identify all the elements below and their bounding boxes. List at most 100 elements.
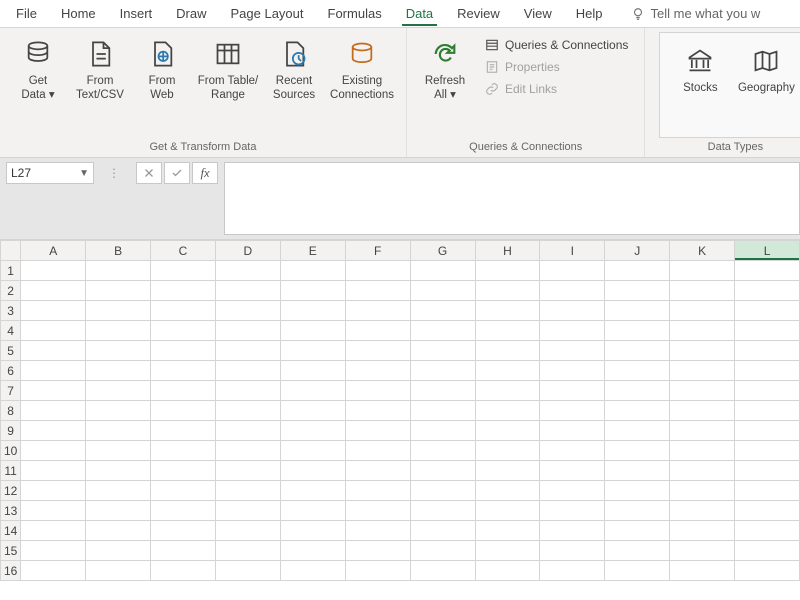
- cell[interactable]: [215, 321, 280, 341]
- cell[interactable]: [345, 401, 410, 421]
- cell[interactable]: [280, 381, 345, 401]
- row-header[interactable]: 4: [1, 321, 21, 341]
- row-header[interactable]: 2: [1, 281, 21, 301]
- cell[interactable]: [280, 401, 345, 421]
- cell[interactable]: [475, 341, 540, 361]
- row-header[interactable]: 3: [1, 301, 21, 321]
- cell[interactable]: [605, 341, 670, 361]
- cell[interactable]: [670, 341, 735, 361]
- cell[interactable]: [735, 561, 800, 581]
- cell[interactable]: [151, 261, 216, 281]
- cell[interactable]: [151, 561, 216, 581]
- cell[interactable]: [86, 541, 151, 561]
- cell[interactable]: [345, 521, 410, 541]
- cell[interactable]: [735, 401, 800, 421]
- name-box[interactable]: L27 ▼: [6, 162, 94, 184]
- cell[interactable]: [345, 321, 410, 341]
- cell[interactable]: [670, 401, 735, 421]
- cell[interactable]: [410, 341, 475, 361]
- cell[interactable]: [21, 561, 86, 581]
- cell[interactable]: [86, 381, 151, 401]
- cell[interactable]: [540, 341, 605, 361]
- cell[interactable]: [345, 461, 410, 481]
- cell[interactable]: [735, 461, 800, 481]
- cell[interactable]: [605, 401, 670, 421]
- cell[interactable]: [605, 541, 670, 561]
- cell[interactable]: [280, 461, 345, 481]
- row-header[interactable]: 13: [1, 501, 21, 521]
- cell[interactable]: [540, 561, 605, 581]
- cell[interactable]: [670, 481, 735, 501]
- cell[interactable]: [670, 461, 735, 481]
- cell[interactable]: [410, 361, 475, 381]
- cell[interactable]: [345, 561, 410, 581]
- cell[interactable]: [215, 261, 280, 281]
- cell[interactable]: [86, 481, 151, 501]
- cell[interactable]: [21, 541, 86, 561]
- cell[interactable]: [475, 461, 540, 481]
- row-header[interactable]: 12: [1, 481, 21, 501]
- cell[interactable]: [215, 501, 280, 521]
- cell[interactable]: [21, 341, 86, 361]
- cell[interactable]: [475, 481, 540, 501]
- cell[interactable]: [21, 461, 86, 481]
- cell[interactable]: [475, 261, 540, 281]
- cell[interactable]: [735, 541, 800, 561]
- cell[interactable]: [21, 401, 86, 421]
- from-web-button[interactable]: FromWeb: [132, 32, 192, 107]
- cell[interactable]: [540, 301, 605, 321]
- cell[interactable]: [475, 321, 540, 341]
- cell[interactable]: [280, 341, 345, 361]
- tab-review[interactable]: Review: [445, 2, 512, 25]
- cell[interactable]: [410, 481, 475, 501]
- cell[interactable]: [280, 541, 345, 561]
- column-header[interactable]: B: [86, 241, 151, 261]
- cell[interactable]: [345, 261, 410, 281]
- cell[interactable]: [86, 421, 151, 441]
- cell[interactable]: [410, 521, 475, 541]
- cell[interactable]: [410, 441, 475, 461]
- refresh-all-button[interactable]: RefreshAll ▾: [415, 32, 475, 107]
- enter-entry-button[interactable]: [164, 162, 190, 184]
- cell[interactable]: [670, 541, 735, 561]
- cell[interactable]: [215, 541, 280, 561]
- cancel-entry-button[interactable]: [136, 162, 162, 184]
- cell[interactable]: [151, 281, 216, 301]
- cell[interactable]: [345, 541, 410, 561]
- cell[interactable]: [475, 541, 540, 561]
- cell[interactable]: [21, 421, 86, 441]
- cell[interactable]: [215, 361, 280, 381]
- cell[interactable]: [735, 381, 800, 401]
- spreadsheet-grid[interactable]: ABCDEFGHIJKL 12345678910111213141516: [0, 240, 800, 600]
- cell[interactable]: [605, 501, 670, 521]
- from-textcsv-button[interactable]: FromText/CSV: [70, 32, 130, 107]
- edit-links-button[interactable]: Edit Links: [481, 80, 632, 98]
- select-all-corner[interactable]: [1, 241, 21, 261]
- cell[interactable]: [670, 321, 735, 341]
- column-header[interactable]: D: [215, 241, 280, 261]
- cell[interactable]: [86, 561, 151, 581]
- column-header[interactable]: A: [21, 241, 86, 261]
- cell[interactable]: [345, 301, 410, 321]
- cell[interactable]: [735, 501, 800, 521]
- cell[interactable]: [670, 421, 735, 441]
- cell[interactable]: [540, 401, 605, 421]
- cell[interactable]: [215, 341, 280, 361]
- cell[interactable]: [21, 321, 86, 341]
- get-data-button[interactable]: GetData ▾: [8, 32, 68, 107]
- cell[interactable]: [345, 481, 410, 501]
- cell[interactable]: [345, 501, 410, 521]
- cell[interactable]: [735, 321, 800, 341]
- cell[interactable]: [410, 501, 475, 521]
- cell[interactable]: [215, 421, 280, 441]
- row-header[interactable]: 9: [1, 421, 21, 441]
- cell[interactable]: [475, 441, 540, 461]
- cell[interactable]: [151, 441, 216, 461]
- column-header[interactable]: I: [540, 241, 605, 261]
- column-header[interactable]: J: [605, 241, 670, 261]
- cell[interactable]: [86, 461, 151, 481]
- cell[interactable]: [670, 441, 735, 461]
- formula-input[interactable]: [224, 162, 800, 235]
- column-header[interactable]: G: [410, 241, 475, 261]
- row-header[interactable]: 6: [1, 361, 21, 381]
